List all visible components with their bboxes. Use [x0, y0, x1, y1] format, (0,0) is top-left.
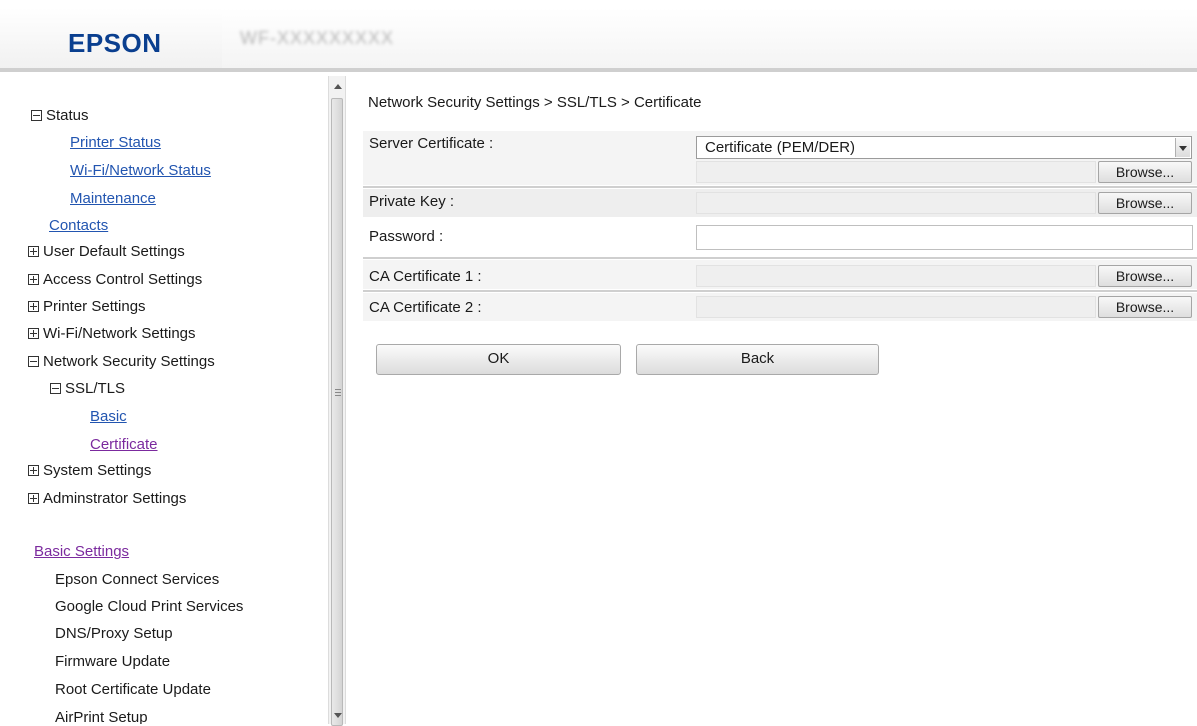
ca-certificate-2-browse-button[interactable]: Browse... — [1098, 296, 1192, 318]
sidebar-item-label: Wi-Fi/Network Settings — [43, 325, 196, 342]
sidebar-item-label: SSL/TLS — [65, 380, 126, 397]
private-key-label: Private Key : — [369, 193, 455, 210]
sidebar-item-label: Adminstrator Settings — [43, 490, 187, 507]
server-certificate-browse-button[interactable]: Browse... — [1098, 161, 1192, 183]
sidebar-item-ssl-tls[interactable]: SSL/TLS — [50, 380, 125, 397]
server-certificate-label: Server Certificate : — [369, 135, 494, 152]
expand-icon[interactable] — [28, 493, 39, 504]
private-key-file-field[interactable] — [696, 192, 1096, 214]
sidebar-item-basic-settings[interactable]: Basic Settings — [34, 543, 129, 560]
sidebar-link-label[interactable]: Basic — [90, 408, 127, 425]
server-certificate-row: Server Certificate : Certificate (PEM/DE… — [363, 131, 1197, 185]
private-key-browse-button[interactable]: Browse... — [1098, 192, 1192, 214]
header-divider — [0, 68, 1197, 72]
server-certificate-value: Certificate (PEM/DER) — [705, 139, 856, 156]
collapse-icon[interactable] — [50, 383, 61, 394]
ca-certificate-2-label: CA Certificate 2 : — [369, 299, 482, 316]
sidebar-item-contacts[interactable]: Contacts — [49, 217, 108, 234]
ca-certificate-1-label: CA Certificate 1 : — [369, 268, 482, 285]
ok-button[interactable]: OK — [376, 344, 621, 375]
row-divider — [363, 186, 1197, 188]
password-input[interactable] — [696, 225, 1193, 250]
sidebar-item-epson-connect[interactable]: Epson Connect Services — [55, 571, 219, 588]
chevron-down-icon[interactable] — [1175, 138, 1190, 157]
expand-icon[interactable] — [28, 465, 39, 476]
sidebar-link-label[interactable]: Wi-Fi/Network Status — [70, 162, 211, 179]
scrollbar-thumb[interactable] — [331, 98, 343, 726]
expand-icon[interactable] — [28, 246, 39, 257]
sidebar-item-maintenance[interactable]: Maintenance — [70, 190, 156, 207]
scroll-up-arrow-icon[interactable] — [334, 84, 342, 89]
sidebar-link-label[interactable]: Basic Settings — [34, 543, 129, 560]
ca-certificate-2-file-field[interactable] — [696, 296, 1096, 318]
sidebar-item-root-certificate-update[interactable]: Root Certificate Update — [55, 681, 211, 698]
expand-icon[interactable] — [28, 274, 39, 285]
main-content: Network Security Settings > SSL/TLS > Ce… — [346, 76, 1197, 724]
sidebar-item-label: User Default Settings — [43, 243, 185, 260]
expand-icon[interactable] — [28, 301, 39, 312]
breadcrumb: Network Security Settings > SSL/TLS > Ce… — [368, 94, 702, 111]
sidebar-item-wifi-network-settings[interactable]: Wi-Fi/Network Settings — [28, 325, 196, 342]
ca-certificate-1-browse-button[interactable]: Browse... — [1098, 265, 1192, 287]
sidebar-item-certificate[interactable]: Certificate — [90, 436, 158, 453]
sidebar-item-google-cloud-print[interactable]: Google Cloud Print Services — [55, 598, 243, 615]
server-certificate-select[interactable]: Certificate (PEM/DER) — [696, 136, 1192, 159]
password-label: Password : — [369, 228, 444, 245]
sidebar-item-label: Printer Settings — [43, 298, 146, 315]
ca-certificate-1-row: CA Certificate 1 : Browse... — [363, 260, 1197, 289]
private-key-row: Private Key : Browse... — [363, 189, 1197, 217]
logo-area: EPSON — [0, 8, 223, 68]
sidebar-link-label[interactable]: Maintenance — [70, 190, 156, 207]
sidebar-item-airprint-setup[interactable]: AirPrint Setup — [55, 709, 148, 724]
password-row: Password : — [363, 220, 1197, 256]
header: EPSON WF-XXXXXXXXX — [0, 0, 1197, 76]
back-button[interactable]: Back — [636, 344, 879, 375]
sidebar-item-label: Status — [46, 107, 89, 124]
sidebar-item-status[interactable]: Status — [31, 107, 89, 124]
sidebar-scrollbar[interactable] — [328, 76, 346, 726]
grip-icon — [335, 389, 341, 397]
server-certificate-file-field[interactable] — [696, 161, 1096, 183]
epson-logo: EPSON — [68, 28, 162, 58]
sidebar-item-firmware-update[interactable]: Firmware Update — [55, 653, 170, 670]
row-divider — [363, 257, 1197, 259]
sidebar-link-label[interactable]: Contacts — [49, 217, 108, 234]
model-area: WF-XXXXXXXXX — [222, 8, 1197, 68]
sidebar-link-label[interactable]: Printer Status — [70, 134, 161, 151]
expand-icon[interactable] — [28, 328, 39, 339]
collapse-icon[interactable] — [28, 356, 39, 367]
sidebar-item-dns-proxy[interactable]: DNS/Proxy Setup — [55, 625, 173, 642]
sidebar-item-label: Access Control Settings — [43, 271, 203, 288]
sidebar-item-printer-status[interactable]: Printer Status — [70, 134, 161, 151]
row-divider — [363, 290, 1197, 292]
sidebar-item-network-security-settings[interactable]: Network Security Settings — [28, 353, 215, 370]
sidebar-item-system-settings[interactable]: System Settings — [28, 462, 151, 479]
sidebar-item-wifi-network-status[interactable]: Wi-Fi/Network Status — [70, 162, 211, 179]
sidebar: Status Printer Status Wi-Fi/Network Stat… — [0, 76, 328, 724]
sidebar-item-label: Network Security Settings — [43, 353, 215, 370]
sidebar-item-user-default-settings[interactable]: User Default Settings — [28, 243, 185, 260]
sidebar-item-basic[interactable]: Basic — [90, 408, 127, 425]
sidebar-item-access-control-settings[interactable]: Access Control Settings — [28, 271, 202, 288]
ca-certificate-2-row: CA Certificate 2 : Browse... — [363, 293, 1197, 321]
sidebar-item-administrator-settings[interactable]: Adminstrator Settings — [28, 490, 186, 507]
scroll-down-arrow-icon[interactable] — [334, 713, 342, 718]
sidebar-item-label: System Settings — [43, 462, 152, 479]
collapse-icon[interactable] — [31, 110, 42, 121]
ca-certificate-1-file-field[interactable] — [696, 265, 1096, 287]
sidebar-item-printer-settings[interactable]: Printer Settings — [28, 298, 146, 315]
printer-model-name: WF-XXXXXXXXX — [240, 28, 395, 48]
sidebar-link-label[interactable]: Certificate — [90, 436, 158, 453]
